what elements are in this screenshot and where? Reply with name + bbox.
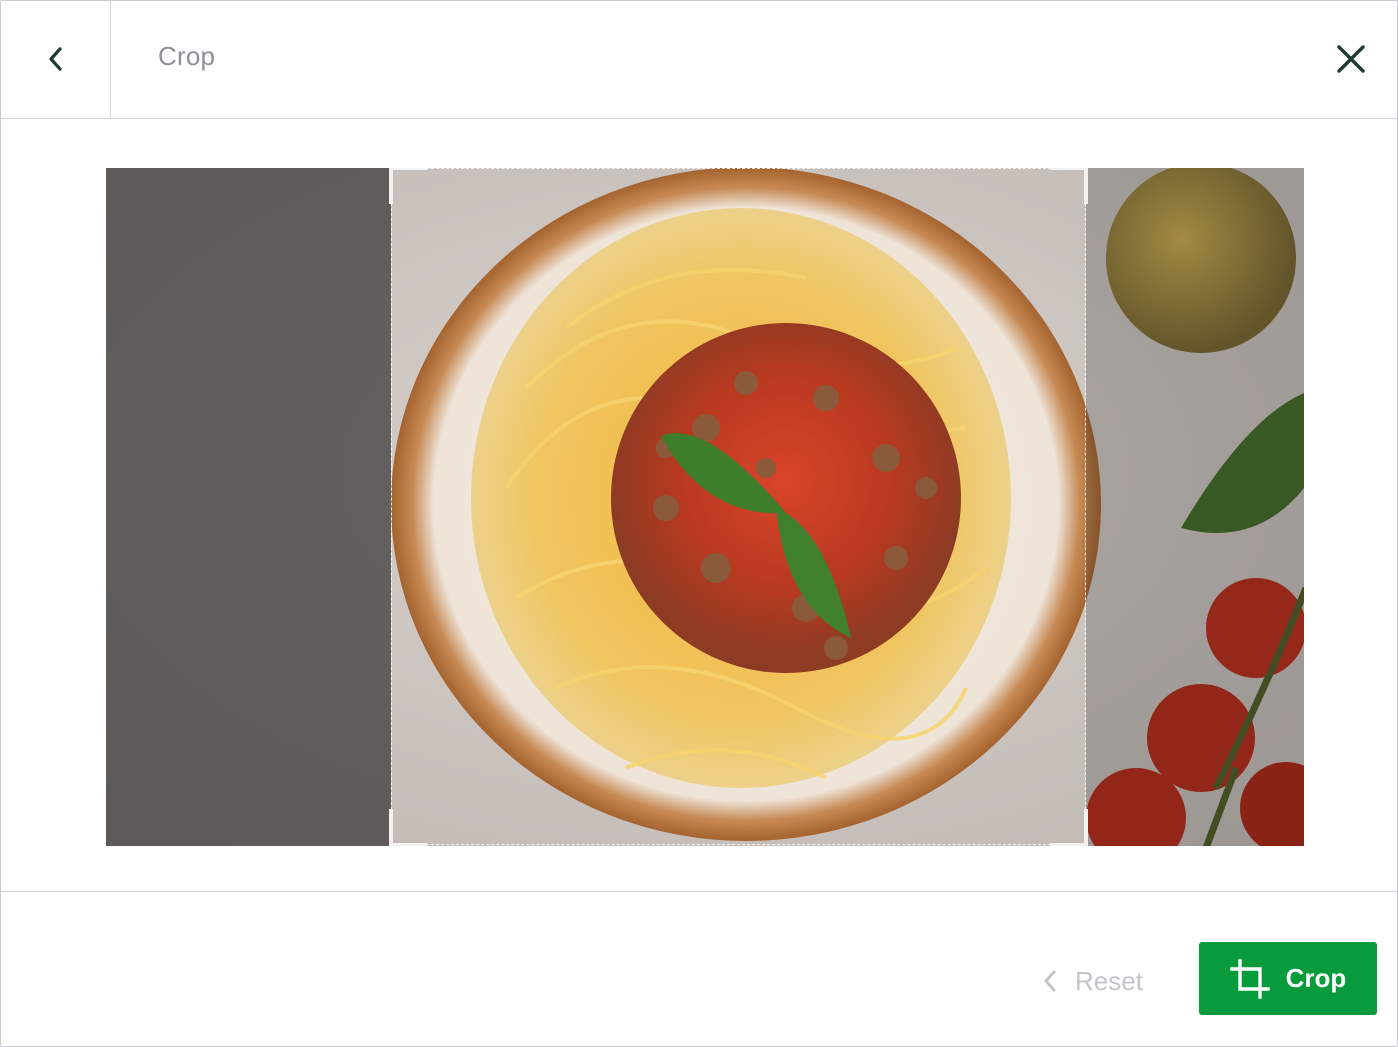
cropped-out-area-right [1086, 168, 1304, 846]
close-icon [1337, 45, 1365, 73]
crop-canvas[interactable] [106, 168, 1304, 846]
crop-handle-top-right[interactable] [1050, 168, 1088, 204]
crop-icon [1229, 958, 1270, 999]
chevron-left-icon [48, 47, 62, 71]
crop-dialog: Crop Reset Crop [0, 0, 1398, 1047]
crop-button[interactable]: Crop [1199, 942, 1377, 1015]
crop-selection[interactable] [389, 168, 1088, 846]
reset-button[interactable]: Reset [1041, 959, 1143, 1003]
dialog-header: Crop [1, 1, 1397, 119]
crop-handle-bottom-left[interactable] [389, 809, 427, 846]
dialog-title: Crop [158, 41, 216, 71]
footer-divider [1, 891, 1397, 892]
reset-label: Reset [1075, 965, 1143, 996]
back-button[interactable] [1, 1, 111, 117]
crop-handle-bottom-right[interactable] [1050, 809, 1088, 846]
crop-label: Crop [1285, 963, 1347, 993]
cropped-out-area-left [106, 168, 391, 846]
crop-handle-top-left[interactable] [389, 168, 427, 204]
chevron-left-icon [1044, 970, 1056, 992]
close-button[interactable] [1333, 41, 1369, 77]
